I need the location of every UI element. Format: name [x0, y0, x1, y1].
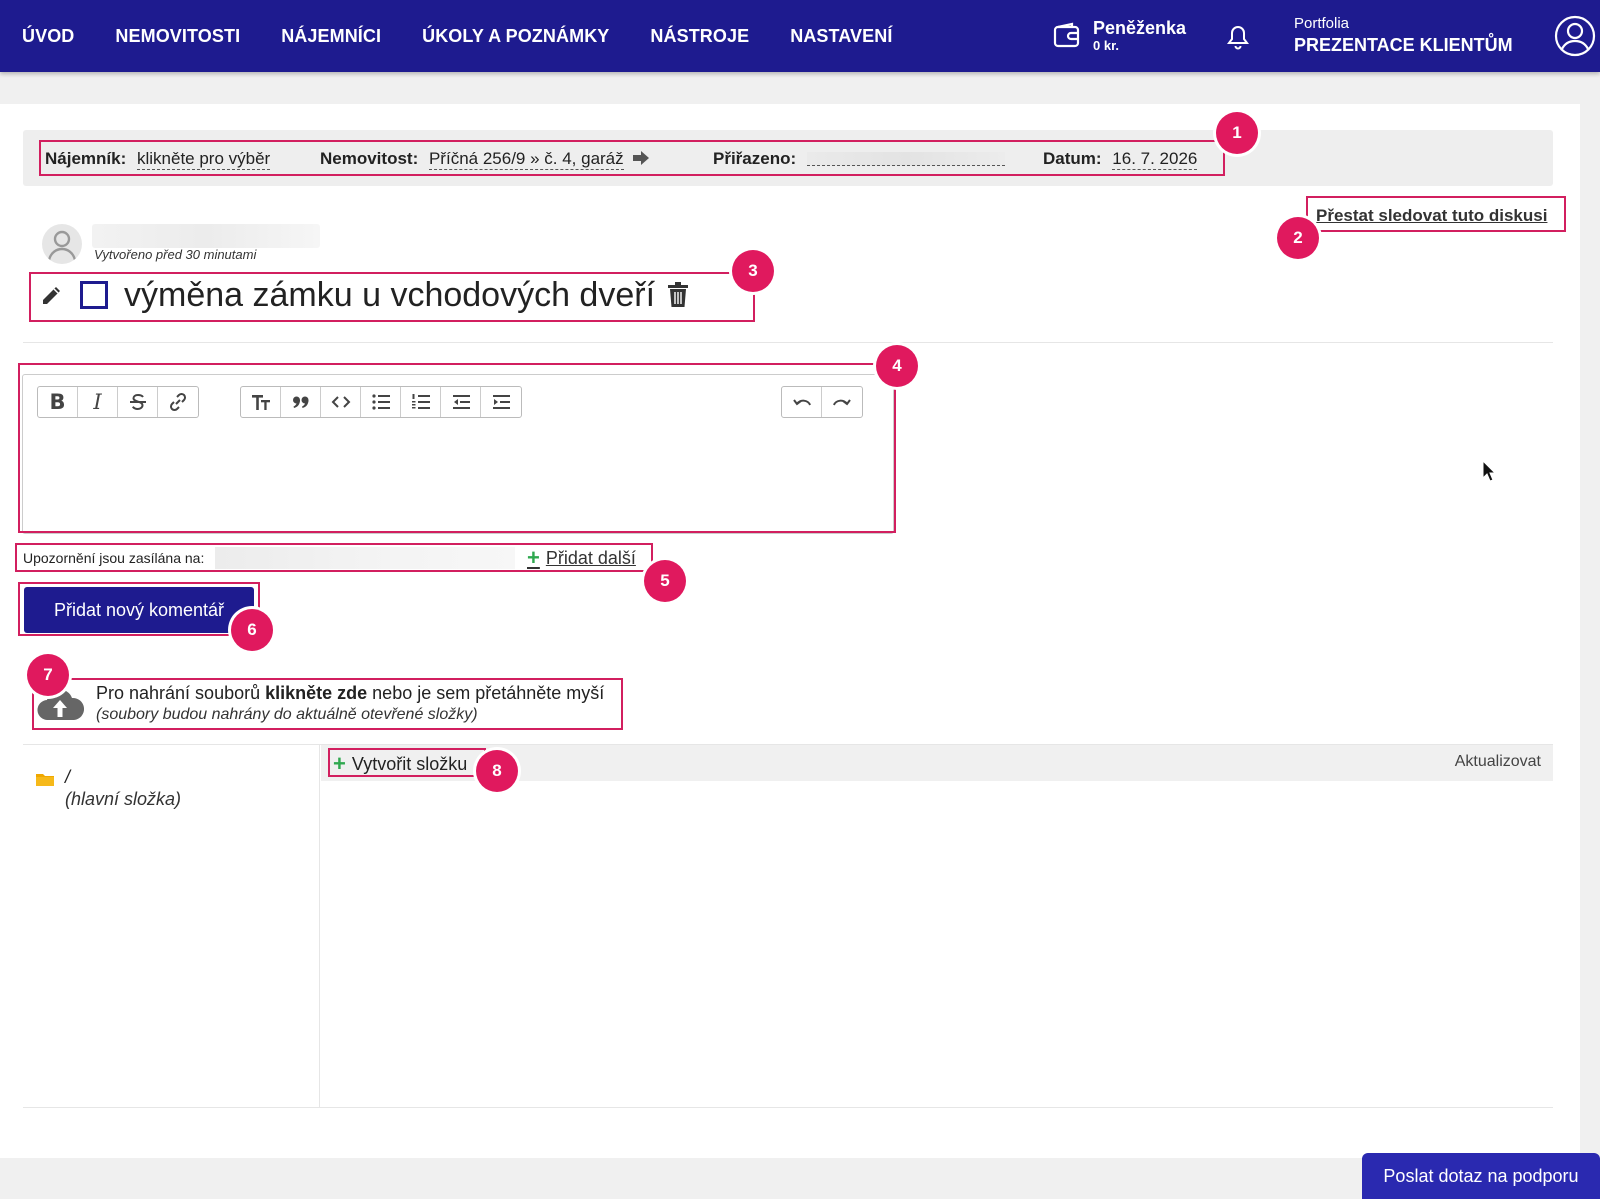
highlight-box-4 [18, 363, 896, 533]
portfolio-name: PREZENTACE KLIENTŮM [1294, 35, 1513, 55]
nav-item-nastaveni[interactable]: NASTAVENÍ [790, 26, 892, 47]
callout-badge-7: 7 [27, 654, 69, 696]
highlight-box-6 [18, 582, 260, 636]
nav-item-nemovitosti[interactable]: NEMOVITOSTI [115, 26, 240, 47]
callout-badge-1: 1 [1216, 112, 1258, 154]
author-name-redacted [92, 224, 320, 248]
wallet-icon [1053, 22, 1080, 48]
wallet-widget[interactable]: Peněženka 0 kr. [1053, 18, 1186, 54]
main-nav: ÚVOD NEMOVITOSTI NÁJEMNÍCI ÚKOLY A POZNÁ… [22, 0, 933, 72]
highlight-box-8 [328, 748, 486, 777]
folder-icon[interactable] [36, 772, 54, 786]
portfolio-selector[interactable]: Portfolia PREZENTACE KLIENTŮM [1294, 15, 1513, 57]
highlight-box-2 [1306, 196, 1566, 232]
mouse-cursor-icon [1482, 460, 1496, 482]
created-timestamp: Vytvořeno před 30 minutami [94, 247, 257, 262]
top-navigation-bar: ÚVOD NEMOVITOSTI NÁJEMNÍCI ÚKOLY A POZNÁ… [0, 0, 1600, 72]
nav-item-ukoly[interactable]: ÚKOLY A POZNÁMKY [422, 26, 609, 47]
wallet-amount: 0 kr. [1093, 38, 1120, 53]
task-detail-card: Nájemník: klikněte pro výběr Nemovitost:… [0, 104, 1580, 1158]
support-button[interactable]: Poslat dotaz na podporu [1362, 1153, 1600, 1199]
callout-badge-5: 5 [644, 560, 686, 602]
file-browser: / (hlavní složka) + Vytvořit složku Aktua… [23, 744, 1553, 1108]
section-divider [23, 342, 1553, 343]
callout-badge-3: 3 [732, 250, 774, 292]
callout-badge-8: 8 [476, 750, 518, 792]
author-avatar [42, 224, 82, 264]
callout-badge-2: 2 [1277, 217, 1319, 259]
highlight-box-3 [29, 272, 755, 322]
highlight-box-7 [32, 678, 623, 730]
nav-item-najemnici[interactable]: NÁJEMNÍCI [281, 26, 381, 47]
user-account-icon[interactable] [1554, 15, 1596, 57]
person-icon [47, 230, 77, 261]
refresh-button[interactable]: Aktualizovat [1455, 753, 1541, 771]
folder-tree: / (hlavní složka) [23, 745, 320, 1107]
portfolio-label: Portfolia [1294, 15, 1350, 32]
root-folder-name[interactable]: / [65, 767, 70, 788]
nav-item-nastroje[interactable]: NÁSTROJE [650, 26, 749, 47]
nav-item-uvod[interactable]: ÚVOD [22, 26, 74, 47]
highlight-box-1 [39, 140, 1225, 176]
callout-badge-6: 6 [231, 609, 273, 651]
root-folder-label[interactable]: (hlavní složka) [65, 789, 181, 810]
bell-icon[interactable] [1226, 24, 1250, 50]
highlight-box-5 [15, 543, 653, 572]
callout-badge-4: 4 [876, 345, 918, 387]
wallet-label: Peněženka [1093, 18, 1187, 38]
